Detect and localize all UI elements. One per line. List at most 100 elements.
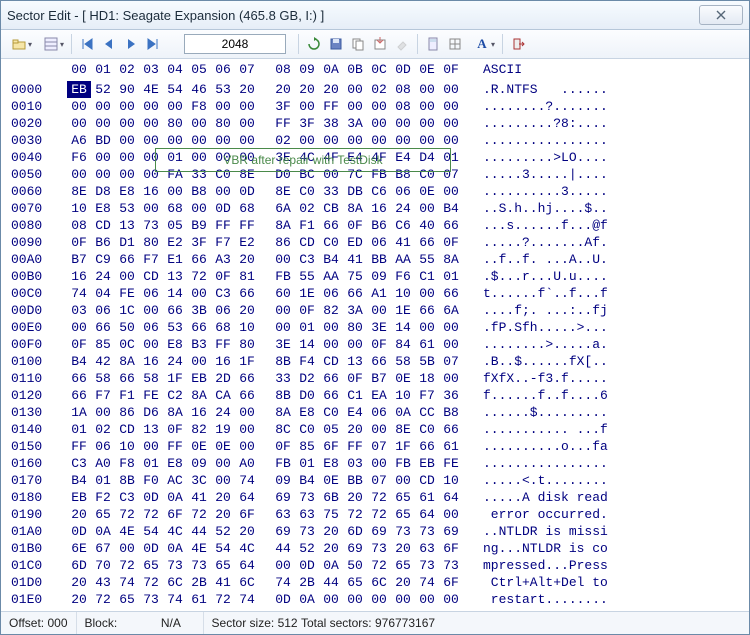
hex-byte[interactable]: B4 bbox=[67, 353, 91, 370]
hex-byte[interactable]: 69 bbox=[367, 523, 391, 540]
hex-byte[interactable]: FF bbox=[343, 438, 367, 455]
hex-byte[interactable]: 00 bbox=[115, 132, 139, 149]
hex-byte[interactable]: 8B bbox=[271, 387, 295, 404]
hex-byte[interactable]: E8 bbox=[319, 455, 343, 472]
hex-byte[interactable]: D0 bbox=[295, 387, 319, 404]
hex-byte[interactable]: 20 bbox=[211, 489, 235, 506]
hex-byte[interactable]: E2 bbox=[163, 234, 187, 251]
hex-byte[interactable]: F4 bbox=[295, 353, 319, 370]
hex-byte[interactable]: 0F bbox=[439, 234, 463, 251]
hex-byte[interactable]: F7 bbox=[211, 234, 235, 251]
hex-byte[interactable]: 00 bbox=[163, 98, 187, 115]
hex-row[interactable]: 01301A0086D68A1624008AE8C0E4060ACCB8....… bbox=[1, 404, 633, 421]
view-options-button[interactable] bbox=[37, 35, 65, 53]
hex-byte[interactable]: C0 bbox=[415, 166, 439, 183]
hex-row[interactable]: 01F0000000000000000083A0B3C9000055AA....… bbox=[1, 608, 633, 611]
hex-byte[interactable]: 00 bbox=[91, 404, 115, 421]
hex-byte[interactable]: 20 bbox=[235, 81, 259, 98]
hex-byte[interactable]: 00 bbox=[271, 557, 295, 574]
hex-byte[interactable]: 8E bbox=[271, 183, 295, 200]
hex-byte[interactable]: 66 bbox=[115, 251, 139, 268]
hex-byte[interactable]: 16 bbox=[67, 268, 91, 285]
hex-byte[interactable]: 8A bbox=[271, 404, 295, 421]
hex-byte[interactable]: 00 bbox=[439, 370, 463, 387]
hex-byte[interactable]: C2 bbox=[163, 387, 187, 404]
hex-byte[interactable]: 06 bbox=[319, 285, 343, 302]
hex-byte[interactable]: AC bbox=[163, 472, 187, 489]
hex-byte[interactable]: 85 bbox=[295, 438, 319, 455]
hex-byte[interactable]: 72 bbox=[115, 506, 139, 523]
hex-row[interactable]: 0190206572726F72206F6363757272656400 err… bbox=[1, 506, 633, 523]
hex-byte[interactable]: FF bbox=[163, 438, 187, 455]
hex-byte[interactable]: 1F bbox=[391, 438, 415, 455]
hex-byte[interactable]: 6D bbox=[343, 523, 367, 540]
hex-byte[interactable]: 00 bbox=[115, 98, 139, 115]
ascii-text[interactable]: ........?....... bbox=[483, 98, 633, 115]
hex-byte[interactable]: 00 bbox=[91, 608, 115, 611]
hex-byte[interactable]: 10 bbox=[391, 387, 415, 404]
hex-row[interactable]: 01C06D70726573736564000D0A5072657373mpre… bbox=[1, 557, 633, 574]
hex-byte[interactable]: 00 bbox=[211, 149, 235, 166]
ascii-text[interactable]: ..NTLDR is missi bbox=[483, 523, 633, 540]
hex-byte[interactable]: 04 bbox=[91, 285, 115, 302]
hex-byte[interactable]: AA bbox=[391, 251, 415, 268]
hex-byte[interactable]: 66 bbox=[439, 421, 463, 438]
hex-byte[interactable]: 72 bbox=[367, 506, 391, 523]
hex-byte[interactable]: 0F bbox=[367, 336, 391, 353]
hex-byte[interactable]: 09 bbox=[271, 472, 295, 489]
ascii-text[interactable]: ..........3..... bbox=[483, 183, 633, 200]
hex-byte[interactable]: 00 bbox=[115, 166, 139, 183]
hex-byte[interactable]: EB bbox=[187, 370, 211, 387]
hex-byte[interactable]: 44 bbox=[319, 574, 343, 591]
hex-byte[interactable]: 6F bbox=[235, 506, 259, 523]
hex-byte[interactable]: 09 bbox=[187, 455, 211, 472]
hex-byte[interactable]: 20 bbox=[391, 574, 415, 591]
hex-byte[interactable]: E2 bbox=[235, 234, 259, 251]
hex-byte[interactable]: 00 bbox=[139, 132, 163, 149]
hex-byte[interactable]: 65 bbox=[391, 557, 415, 574]
hex-byte[interactable]: 00 bbox=[295, 132, 319, 149]
hex-byte[interactable]: 0E bbox=[211, 438, 235, 455]
hex-row[interactable]: 0030A6BD0000000000000200000000000000....… bbox=[1, 132, 633, 149]
hex-byte[interactable]: 00 bbox=[391, 115, 415, 132]
hex-byte[interactable]: 00 bbox=[187, 115, 211, 132]
hex-byte[interactable]: 72 bbox=[367, 489, 391, 506]
hex-byte[interactable]: 07 bbox=[367, 472, 391, 489]
hex-byte[interactable]: 83 bbox=[271, 608, 295, 611]
hex-byte[interactable]: 66 bbox=[439, 217, 463, 234]
ascii-text[interactable]: ..f..f. ...A..U. bbox=[483, 251, 633, 268]
hex-byte[interactable]: BB bbox=[343, 472, 367, 489]
hex-byte[interactable]: 60 bbox=[271, 285, 295, 302]
hex-byte[interactable]: 41 bbox=[391, 234, 415, 251]
hex-byte[interactable]: 10 bbox=[439, 472, 463, 489]
hex-byte[interactable]: 00 bbox=[187, 132, 211, 149]
hex-byte[interactable]: 1E bbox=[391, 302, 415, 319]
hex-byte[interactable]: C0 bbox=[319, 404, 343, 421]
hex-byte[interactable]: 72 bbox=[187, 506, 211, 523]
hex-byte[interactable]: 66 bbox=[319, 217, 343, 234]
hex-byte[interactable]: E8 bbox=[115, 183, 139, 200]
hex-byte[interactable]: 10 bbox=[115, 438, 139, 455]
hex-row[interactable]: 00A0B7C966F7E166A32000C3B441BBAA558A..f.… bbox=[1, 251, 633, 268]
hex-byte[interactable]: 2B bbox=[295, 574, 319, 591]
hex-byte[interactable]: 73 bbox=[187, 557, 211, 574]
hex-byte[interactable]: 00 bbox=[91, 166, 115, 183]
hex-byte[interactable]: 00 bbox=[367, 421, 391, 438]
hex-byte[interactable]: 14 bbox=[163, 285, 187, 302]
hex-byte[interactable]: 68 bbox=[163, 200, 187, 217]
hex-byte[interactable]: D2 bbox=[295, 370, 319, 387]
hex-byte[interactable]: 00 bbox=[367, 455, 391, 472]
hex-byte[interactable]: 00 bbox=[187, 353, 211, 370]
nav-prev-button[interactable] bbox=[100, 35, 118, 53]
hex-byte[interactable]: 00 bbox=[343, 98, 367, 115]
hex-byte[interactable]: 3F bbox=[295, 115, 319, 132]
hex-byte[interactable]: 0A bbox=[163, 540, 187, 557]
hex-row[interactable]: 00B0162400CD13720F81FB55AA7509F6C101.$..… bbox=[1, 268, 633, 285]
hex-byte[interactable]: 53 bbox=[211, 81, 235, 98]
hex-byte[interactable]: 00 bbox=[391, 591, 415, 608]
hex-byte[interactable]: 43 bbox=[91, 574, 115, 591]
hex-byte[interactable]: CD bbox=[295, 234, 319, 251]
hex-byte[interactable]: 00 bbox=[319, 336, 343, 353]
hex-byte[interactable]: 66 bbox=[187, 319, 211, 336]
hex-byte[interactable]: FF bbox=[235, 217, 259, 234]
